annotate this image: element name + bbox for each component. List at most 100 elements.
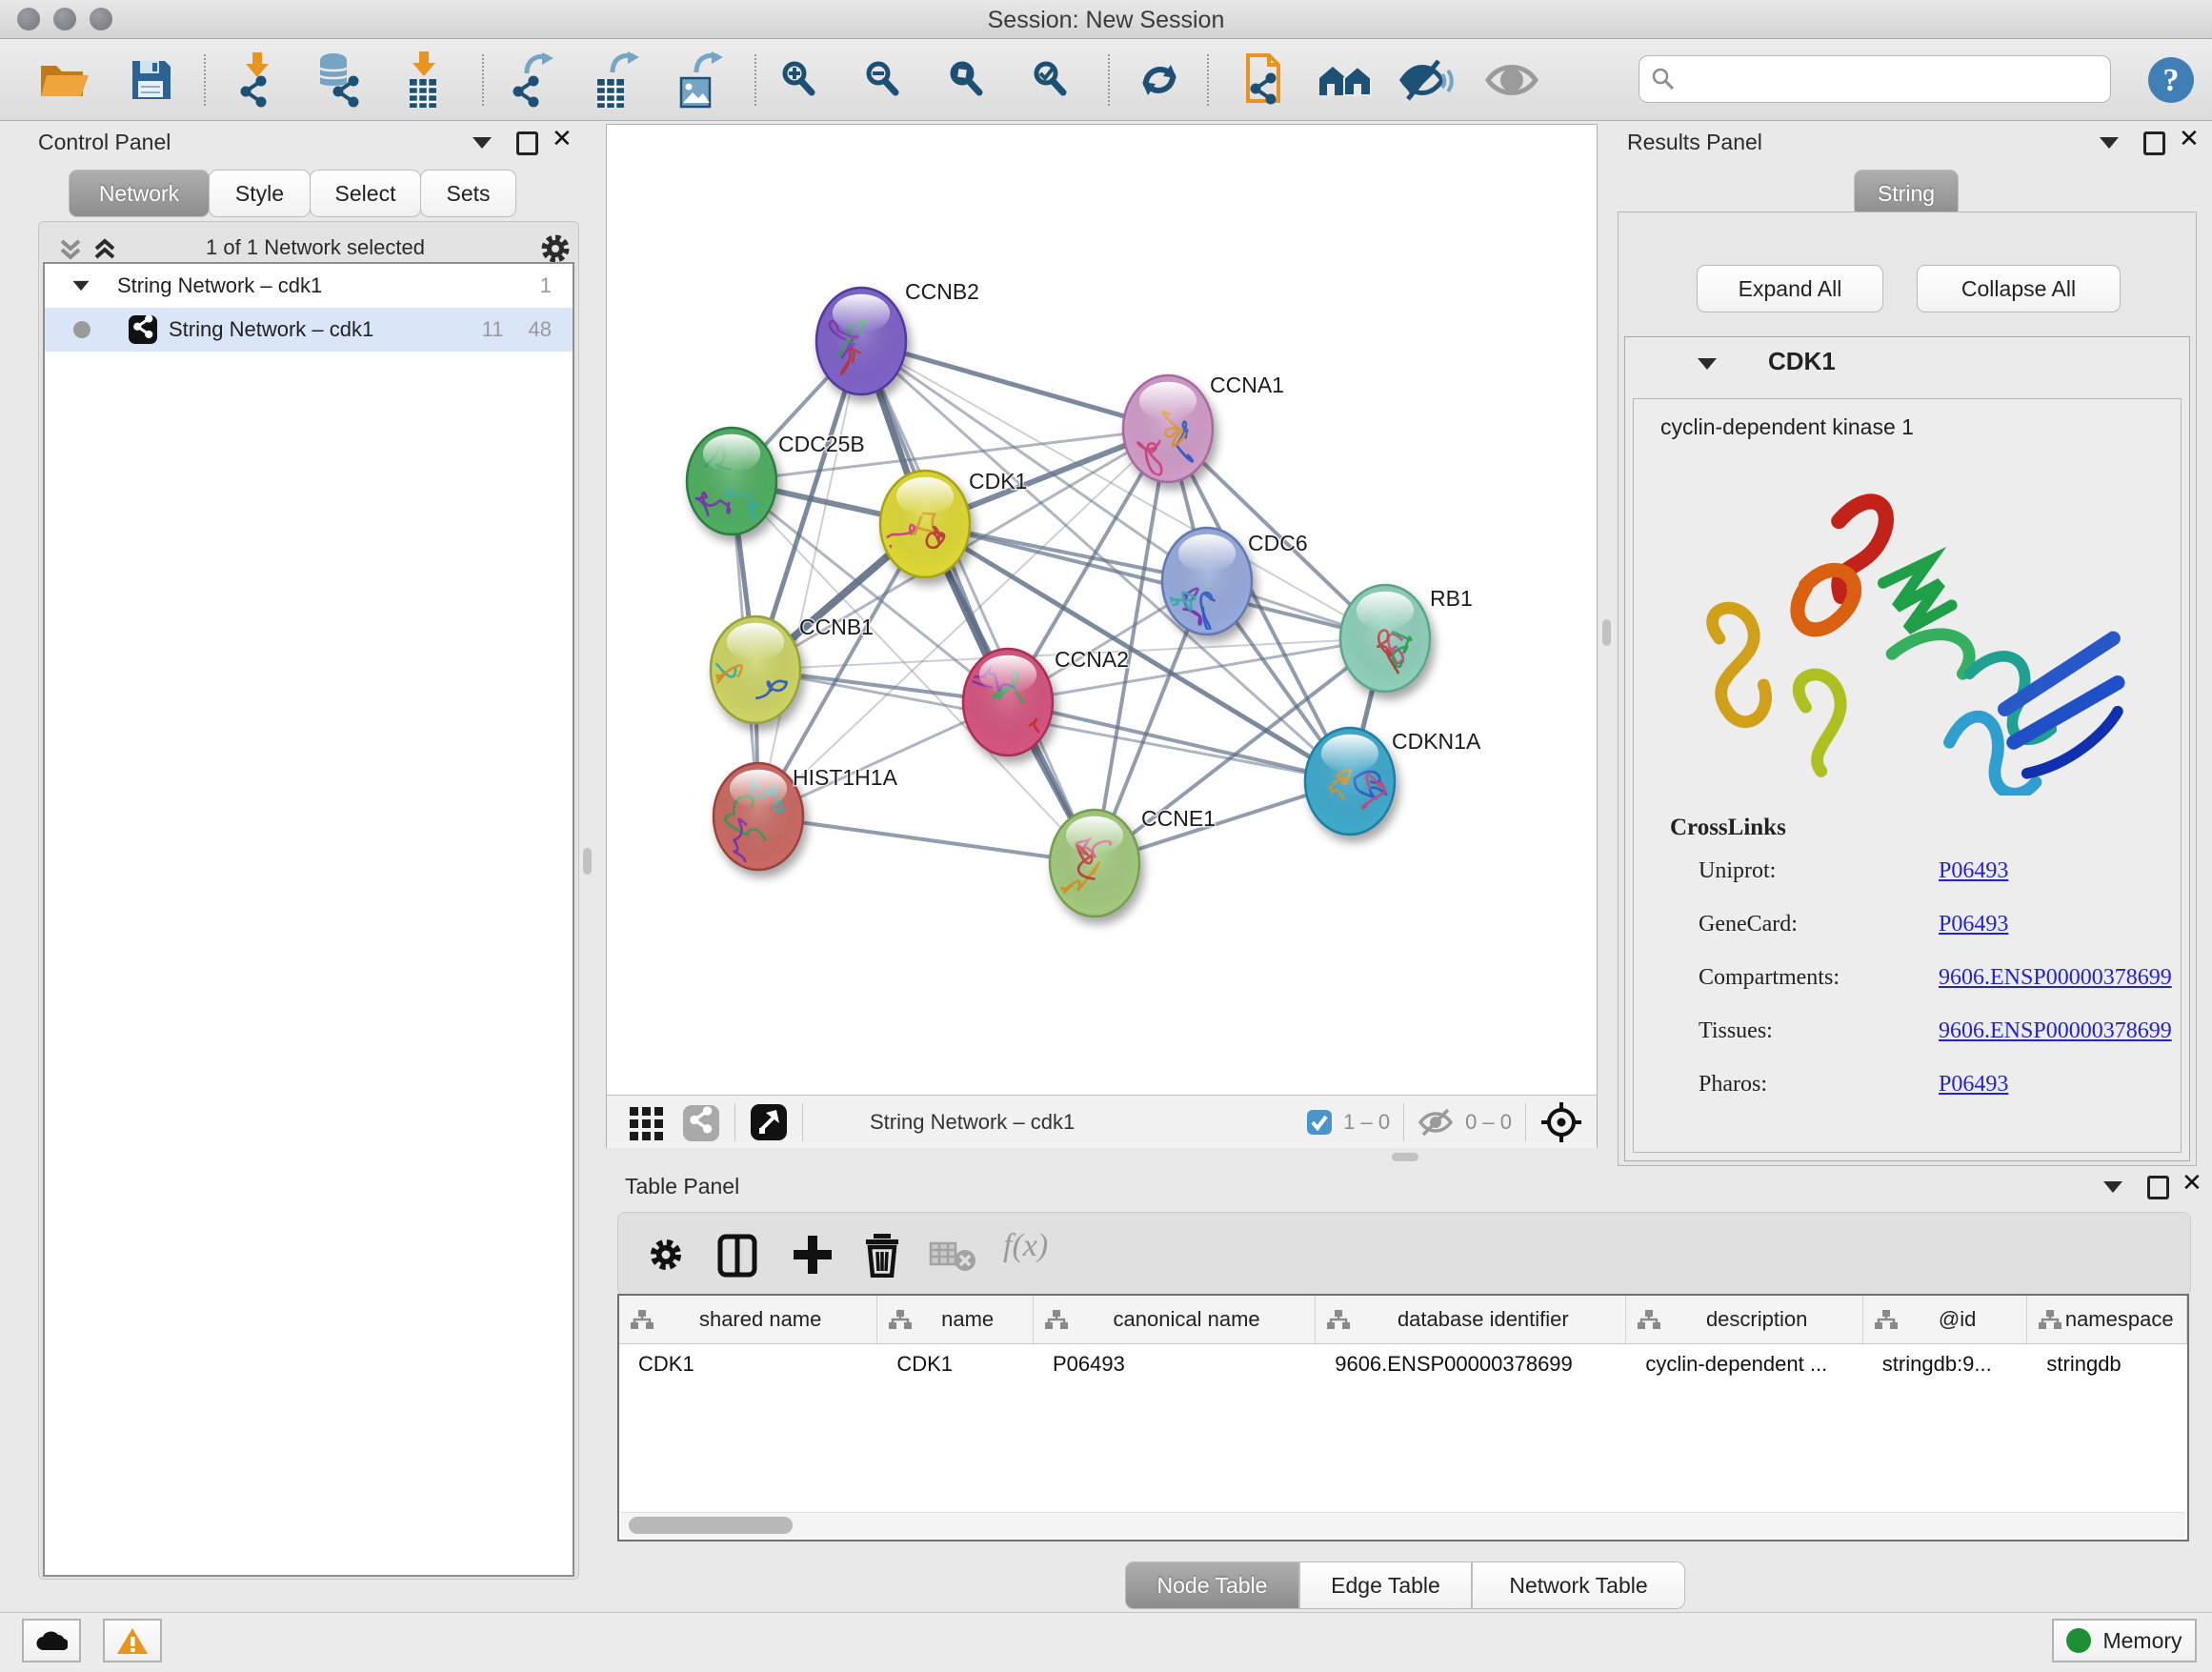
birdseye-toggle-icon[interactable] xyxy=(749,1102,789,1142)
export-network-icon[interactable] xyxy=(503,50,562,110)
tab-node-table[interactable]: Node Table xyxy=(1125,1561,1299,1609)
horizontal-splitter-handle[interactable] xyxy=(1392,1153,1418,1161)
crosslink-value-link[interactable]: P06493 xyxy=(1939,912,2008,937)
cell-0[interactable]: CDK1 xyxy=(619,1343,877,1385)
crosslink-value-link[interactable]: 9606.ENSP00000378699 xyxy=(1939,1018,2172,1044)
memory-status-dot xyxy=(2066,1628,2091,1653)
column-header-3[interactable]: database identifier xyxy=(1316,1296,1626,1343)
cell-1[interactable]: CDK1 xyxy=(877,1343,1034,1385)
expand-all-icon[interactable] xyxy=(92,237,121,264)
table-horizontal-scrollbar[interactable] xyxy=(621,1512,2185,1538)
grid-view-icon[interactable] xyxy=(628,1103,666,1141)
control-panel-close-icon[interactable]: ✕ xyxy=(552,130,573,149)
tab-network[interactable]: Network xyxy=(69,170,210,217)
network-view-statusbar: String Network – cdk1 1 – 0 0 – 0 xyxy=(607,1095,1597,1148)
cell-4[interactable]: cyclin-dependent ... xyxy=(1626,1343,1862,1385)
tab-string[interactable]: String xyxy=(1854,170,1959,217)
results-panel-float-icon[interactable] xyxy=(2100,137,2119,149)
crosslink-value-link[interactable]: P06493 xyxy=(1939,1072,2008,1098)
entry-collapse-icon[interactable] xyxy=(1698,358,1717,370)
share-document-icon[interactable] xyxy=(1235,50,1294,110)
zoom-selected-icon[interactable] xyxy=(1021,50,1080,110)
first-neighbors-icon[interactable] xyxy=(1317,50,1376,110)
current-network-name: String Network – cdk1 xyxy=(870,1110,1075,1135)
crosslink-value-link[interactable]: 9606.ENSP00000378699 xyxy=(1939,965,2172,991)
zoom-out-icon[interactable] xyxy=(854,50,913,110)
toolbar-separator xyxy=(204,54,206,106)
search-input[interactable] xyxy=(1676,66,2089,92)
zoom-in-icon[interactable] xyxy=(770,50,829,110)
table-panel-float-icon[interactable] xyxy=(2103,1181,2122,1193)
cell-3[interactable]: 9606.ENSP00000378699 xyxy=(1316,1343,1626,1385)
collapse-all-button[interactable]: Collapse All xyxy=(1917,265,2121,312)
export-table-icon[interactable] xyxy=(589,50,648,110)
network-row[interactable]: String Network – cdk1 11 48 xyxy=(45,308,573,352)
statusbar-separator xyxy=(734,1103,735,1141)
network-node-CDKN1A: CDKN1A xyxy=(1305,728,1481,835)
tree-expander-icon[interactable] xyxy=(73,281,90,291)
collapse-all-icon[interactable] xyxy=(58,237,87,264)
tab-style[interactable]: Style xyxy=(209,170,311,217)
crosslink-value-link[interactable]: P06493 xyxy=(1939,858,2008,884)
memory-button[interactable]: Memory xyxy=(2052,1619,2197,1662)
control-panel-maximize-icon[interactable] xyxy=(516,131,538,155)
warning-button[interactable] xyxy=(103,1619,162,1662)
cloud-icon xyxy=(35,1629,68,1652)
gear-icon[interactable] xyxy=(538,232,573,266)
refresh-icon[interactable] xyxy=(1130,50,1189,110)
function-builder-icon[interactable]: f(x) xyxy=(1003,1228,1048,1264)
table-gear-icon[interactable] xyxy=(647,1236,685,1274)
show-columns-icon[interactable] xyxy=(717,1234,759,1278)
cell-5[interactable]: stringdb:9... xyxy=(1863,1343,2028,1385)
tab-sets[interactable]: Sets xyxy=(420,170,516,217)
network-node-CCNB1: CCNB1 xyxy=(692,614,874,723)
delete-column-icon[interactable] xyxy=(862,1232,902,1278)
cell-6[interactable]: stringdb xyxy=(2027,1343,2187,1385)
toolbar-separator xyxy=(754,54,756,106)
right-splitter-handle[interactable] xyxy=(1602,619,1611,646)
import-network-icon[interactable] xyxy=(227,50,286,110)
export-image-icon[interactable] xyxy=(673,50,732,110)
import-network-database-icon[interactable] xyxy=(309,50,368,110)
column-header-5[interactable]: @id xyxy=(1863,1296,2028,1343)
save-session-icon[interactable] xyxy=(122,50,181,110)
crosshair-icon[interactable] xyxy=(1539,1100,1583,1144)
table-panel-maximize-icon[interactable] xyxy=(2147,1176,2169,1199)
column-header-6[interactable]: namespace xyxy=(2027,1296,2187,1343)
network-status-dot xyxy=(73,321,90,338)
network-node-CCNB2: CCNB2 xyxy=(816,279,979,394)
show-all-icon[interactable] xyxy=(1482,50,1541,110)
table-panel-close-icon[interactable]: ✕ xyxy=(2182,1174,2202,1193)
selected-count: 1 – 0 xyxy=(1343,1110,1390,1135)
scrollbar-thumb[interactable] xyxy=(629,1517,793,1534)
network-collection-row[interactable]: String Network – cdk1 1 xyxy=(45,264,573,308)
column-header-2[interactable]: canonical name xyxy=(1034,1296,1316,1343)
network-view-mode-icon[interactable] xyxy=(683,1103,721,1141)
column-header-1[interactable]: name xyxy=(877,1296,1034,1343)
import-table-icon[interactable] xyxy=(394,50,453,110)
zoom-fit-icon[interactable] xyxy=(937,50,996,110)
help-icon[interactable]: ? xyxy=(2142,50,2201,110)
left-splitter-handle[interactable] xyxy=(583,848,592,875)
selected-checkbox-icon[interactable] xyxy=(1305,1108,1334,1137)
results-panel-maximize-icon[interactable] xyxy=(2143,131,2165,155)
hidden-eye-icon[interactable] xyxy=(1418,1107,1456,1138)
cloud-button[interactable] xyxy=(22,1619,81,1662)
control-panel-float-icon[interactable] xyxy=(473,137,492,149)
cell-2[interactable]: P06493 xyxy=(1034,1343,1316,1385)
expand-all-button[interactable]: Expand All xyxy=(1697,265,1883,312)
results-panel-close-icon[interactable]: ✕ xyxy=(2179,130,2200,149)
entry-description: cyclin-dependent kinase 1 xyxy=(1660,414,1914,440)
tab-select[interactable]: Select xyxy=(310,170,421,217)
open-file-icon[interactable] xyxy=(35,50,94,110)
delete-table-icon[interactable] xyxy=(929,1239,978,1274)
results-panel-title: Results Panel xyxy=(1627,130,1762,155)
hide-selected-icon[interactable] xyxy=(1397,50,1456,110)
network-canvas[interactable]: CCNB2CCNA1CDC25BCDK1CDC6RB1CCNB1CCNA2CDK… xyxy=(607,125,1597,1095)
add-column-icon[interactable] xyxy=(792,1234,834,1276)
tab-network-table[interactable]: Network Table xyxy=(1472,1561,1685,1609)
table-row[interactable]: CDK1CDK1P064939606.ENSP00000378699cyclin… xyxy=(619,1343,2187,1385)
column-header-4[interactable]: description xyxy=(1626,1296,1862,1343)
column-header-0[interactable]: shared name xyxy=(619,1296,877,1343)
tab-edge-table[interactable]: Edge Table xyxy=(1299,1561,1472,1609)
